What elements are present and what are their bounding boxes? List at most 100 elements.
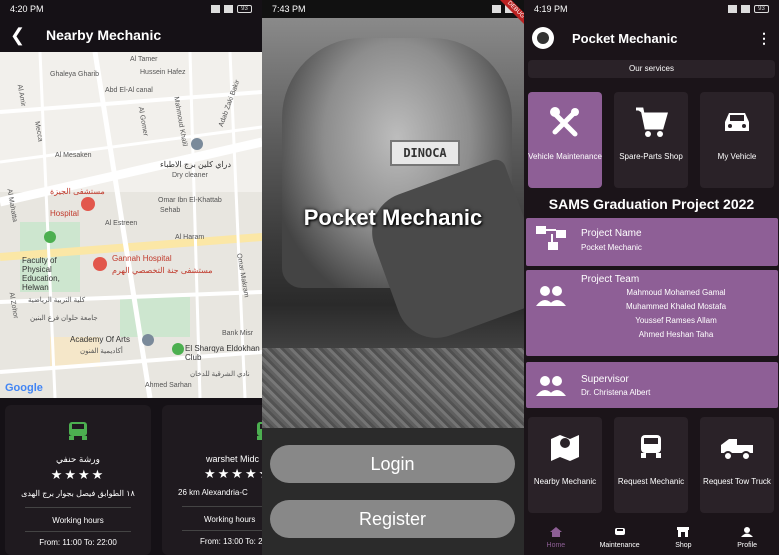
service-vehicle-maintenance[interactable]: Vehicle Maintenance [528,92,602,188]
map-label: Bank Misr [222,330,254,337]
profile-icon [741,527,754,537]
working-hours: From: 13:00 To: 21 [200,537,262,546]
action-label: Request Mechanic [617,477,685,486]
status-bar: 4:19 PM 93 [524,0,779,18]
more-options-icon[interactable]: ⋮ [757,30,771,47]
mechanic-name: warshet Midc [206,454,260,464]
action-request-mechanic[interactable]: Request Mechanic [614,417,688,513]
signal-icon [492,5,501,13]
map-label: Al Tamer [130,56,158,63]
map-label: Al Estreen [105,220,138,227]
map-label: Dry cleaner [172,172,208,179]
action-label: Request Tow Truck [703,477,771,486]
project-team-heading: Project Team [581,274,640,285]
divider [182,506,262,507]
status-bar: 4:20 PM 93 [0,0,262,18]
wifi-icon [741,5,750,13]
wifi-icon [224,5,233,13]
action-nearby-mechanic[interactable]: Nearby Mechanic [528,417,602,513]
rating-stars: ★★★★★ [204,466,262,481]
map-label: نادي الشرقية للدخان [190,371,250,378]
services-header: Our services [528,60,775,78]
supervisor-icon [536,376,566,396]
project-title: SAMS Graduation Project 2022 [548,196,755,212]
battery-icon: 93 [754,5,769,13]
map-label: El Sharqya Eldokhan Club [185,344,260,362]
avatar[interactable] [532,27,554,49]
nearby-mechanic-screen: 4:20 PM 93 ❮ Nearby Mechanic Al Tamer Hu… [0,0,262,555]
map-label: جامعة حلوان فرع البنين [30,315,98,322]
service-spare-parts-shop[interactable]: Spare-Parts Shop [614,92,688,188]
map-view[interactable]: Al Tamer Hussein Hafez Ghaleya Gharib Ab… [0,52,262,398]
divider [182,530,262,531]
action-request-tow-truck[interactable]: Request Tow Truck [700,417,774,513]
status-time: 7:43 PM [272,4,306,14]
status-time: 4:19 PM [534,4,568,14]
nav-label: Shop [675,542,692,549]
back-arrow-icon[interactable]: ❮ [10,25,38,46]
status-bar: 7:43 PM [262,0,524,18]
mechanic-icon [641,435,661,458]
tow-truck-icon [721,439,753,461]
page-title: Pocket Mechanic [572,30,678,46]
team-member: Mahmoud Mohamed Gamal [626,288,726,297]
action-label: Nearby Mechanic [533,477,597,486]
shop-icon [677,527,690,537]
maintenance-icon [614,528,625,535]
map-label: Hussein Hafez [140,69,186,76]
map-label: مستشفى جنة التخصصي الهرم [112,266,213,275]
project-name-card: Project Name Pocket Mechanic [526,218,778,266]
mechanic-truck-icon [257,422,262,440]
map-label: كلية التربية الرياضية [28,297,86,304]
map-label: Gannah Hospital [112,254,172,263]
map-label: Faculty of Physical Education, Helwan [22,256,60,292]
map-icon [551,435,579,461]
home-icon [549,527,562,537]
mechanic-address: ١٨ الطوابق فيصل بجوار برج الهدى [21,489,135,498]
team-members: Mahmoud Mohamed Gamal Muhammed Khaled Mo… [586,286,766,342]
map-label: Al Mesaken [55,152,92,159]
battery-icon: 93 [237,5,252,13]
team-member: Youssef Ramses Allam [635,316,717,325]
supervisor-card: Supervisor Dr. Christena Albert [526,362,778,408]
project-name-heading: Project Name [581,228,642,239]
service-my-vehicle[interactable]: My Vehicle [700,92,774,188]
mechanic-address: 26 km Alexandria-C [178,488,248,497]
nav-label: Maintenance [599,542,640,549]
working-hours-label: Working hours [52,516,104,525]
mechanic-name: ورشة حنفي [56,454,100,464]
register-button[interactable]: Register [270,500,515,538]
divider [25,507,131,508]
working-hours-label: Working hours [204,515,256,524]
map-label: Al Haram [175,234,205,241]
welcome-screen: 7:43 PM DINOCA DEBUG Pocket Mechanic Log… [262,0,524,555]
mechanic-card[interactable]: ورشة حنفي ★★★★ ١٨ الطوابق فيصل بجوار برج… [5,405,151,555]
google-logo: Google [5,382,43,394]
service-label: My Vehicle [717,152,757,161]
home-screen: 4:19 PM 93 Pocket Mechanic ⋮ Our service… [524,0,779,555]
login-button[interactable]: Login [270,445,515,483]
map-label: Hospital [50,209,79,218]
license-plate: DINOCA [390,140,460,166]
project-name-value: Pocket Mechanic [581,243,642,252]
mechanic-truck-icon [69,422,87,440]
cart-icon [636,107,668,137]
hierarchy-icon [536,226,566,250]
team-member: Ahmed Heshan Taha [638,330,714,339]
map-label: Academy Of Arts [70,335,131,344]
map-label: Abd El-Al canal [105,87,153,94]
service-label: Spare-Parts Shop [619,152,683,161]
nav-profile[interactable]: Profile [717,523,777,555]
tools-icon [550,107,579,137]
supervisor-heading: Supervisor [581,374,629,385]
team-member: Muhammed Khaled Mostafa [625,302,727,311]
app-bar: ❮ Nearby Mechanic [0,18,262,52]
team-icon [536,286,566,306]
nav-home[interactable]: Home [526,523,586,555]
working-hours: From: 11:00 To: 22:00 [39,538,117,547]
mechanic-card[interactable]: warshet Midc ★★★★★ 26 km Alexandria-C Wo… [162,405,262,555]
nav-label: Home [546,542,566,549]
signal-icon [211,5,220,13]
nav-maintenance[interactable]: Maintenance [590,523,650,555]
nav-shop[interactable]: Shop [653,523,713,555]
